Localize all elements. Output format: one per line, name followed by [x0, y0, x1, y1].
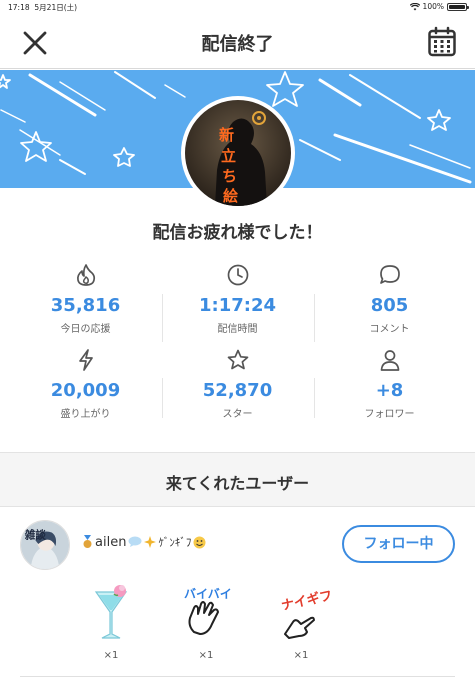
cocktail-icon — [94, 585, 128, 639]
stat-value: 805 — [370, 295, 409, 316]
avatar-char-4: 絵 — [223, 187, 238, 205]
stat-value: 1:17:24 — [198, 295, 277, 316]
gift-count: ×1 — [103, 650, 119, 661]
visitors-section-header: 来てくれたユーザー — [0, 452, 475, 507]
smile-emoji-icon — [193, 536, 206, 548]
stat-label: コメント — [369, 324, 410, 335]
user-row: 雑談 ailen ｹﾞﾝｷﾞﾌ フォロー中 — [0, 508, 475, 580]
user-name-suffix: ｹﾞﾝｷﾞﾌ — [158, 536, 192, 549]
status-date: 5月21日(土) — [34, 3, 78, 12]
user-avatar[interactable]: 雑談 — [20, 520, 70, 570]
page-title: 配信終了 — [201, 34, 274, 55]
stat-label: 盛り上がり — [60, 409, 111, 420]
gift-list: ×1 バイバイ ×1 ナイギフ ×1 — [0, 582, 475, 672]
gift-item: ナイギフ ×1 — [266, 582, 336, 661]
speech-bubble-icon — [128, 536, 142, 547]
star-icon — [227, 349, 248, 370]
status-time-date: 17:18 5月21日(土) — [8, 2, 77, 13]
status-bar: 17:18 5月21日(土) 100% — [0, 0, 475, 14]
stats-grid: 35,816 今日の応援 1:17:24 配信時間 805 コメント 20,00… — [0, 258, 475, 428]
avatar-image: 新 立 ち 絵 — [185, 100, 291, 206]
nice-gift-icon: ナイギフ — [280, 588, 334, 639]
section-title: 来てくれたユーザー — [165, 474, 310, 493]
stat-label: フォロワー — [364, 409, 415, 420]
thanks-message: 配信お疲れ様でした！ — [152, 223, 323, 243]
stat-value: 35,816 — [50, 295, 121, 316]
status-right: 100% — [409, 2, 469, 11]
comment-icon — [379, 265, 400, 284]
sparkle-icon — [144, 536, 157, 548]
flame-icon — [76, 264, 95, 286]
user-name[interactable]: ailen ｹﾞﾝｷﾞﾌ — [82, 534, 206, 550]
calendar-icon[interactable] — [427, 26, 457, 58]
stat-label: スター — [222, 409, 253, 420]
stat-label: 今日の応援 — [60, 324, 111, 335]
streamer-avatar: 新 立 ち 絵 — [181, 96, 295, 210]
stat-excitement: 20,009 盛り上がり — [8, 348, 163, 430]
avatar-char-3: ち — [222, 167, 237, 185]
user-avatar-text: 雑談 — [24, 528, 47, 541]
gift-count: ×1 — [293, 650, 309, 661]
stat-value: +8 — [375, 380, 404, 401]
avatar-char-1: 新 — [219, 126, 234, 144]
nav-bar: 配信終了 — [0, 14, 475, 69]
medal-icon — [83, 535, 92, 548]
gift-item: ×1 — [76, 582, 146, 661]
person-icon — [380, 350, 399, 371]
stat-value: 52,870 — [202, 380, 273, 401]
status-time: 17:18 — [8, 3, 30, 12]
stat-comments: 805 コメント — [312, 263, 467, 345]
wifi-icon — [409, 2, 420, 10]
gift-item: バイバイ ×1 — [171, 582, 241, 661]
bye-hand-icon: バイバイ — [184, 587, 232, 635]
gift-count: ×1 — [198, 650, 214, 661]
gift-text: バイバイ — [184, 587, 232, 601]
battery-percent: 100% — [422, 2, 444, 11]
stat-followers: +8 フォロワー — [312, 348, 467, 430]
follow-button[interactable]: フォロー中 — [342, 525, 455, 563]
divider — [20, 676, 455, 677]
avatar-char-2: 立 — [221, 147, 236, 165]
lightning-icon — [78, 349, 93, 371]
stat-support: 35,816 今日の応援 — [8, 263, 163, 345]
battery-icon — [447, 2, 469, 11]
gift-text: ナイギフ — [280, 588, 331, 614]
user-name-text: ailen — [95, 534, 127, 550]
clock-icon — [227, 264, 248, 286]
stat-stars: 52,870 スター — [160, 348, 315, 430]
stat-value: 20,009 — [50, 380, 121, 401]
stat-duration: 1:17:24 配信時間 — [160, 263, 315, 345]
stat-label: 配信時間 — [217, 324, 258, 335]
